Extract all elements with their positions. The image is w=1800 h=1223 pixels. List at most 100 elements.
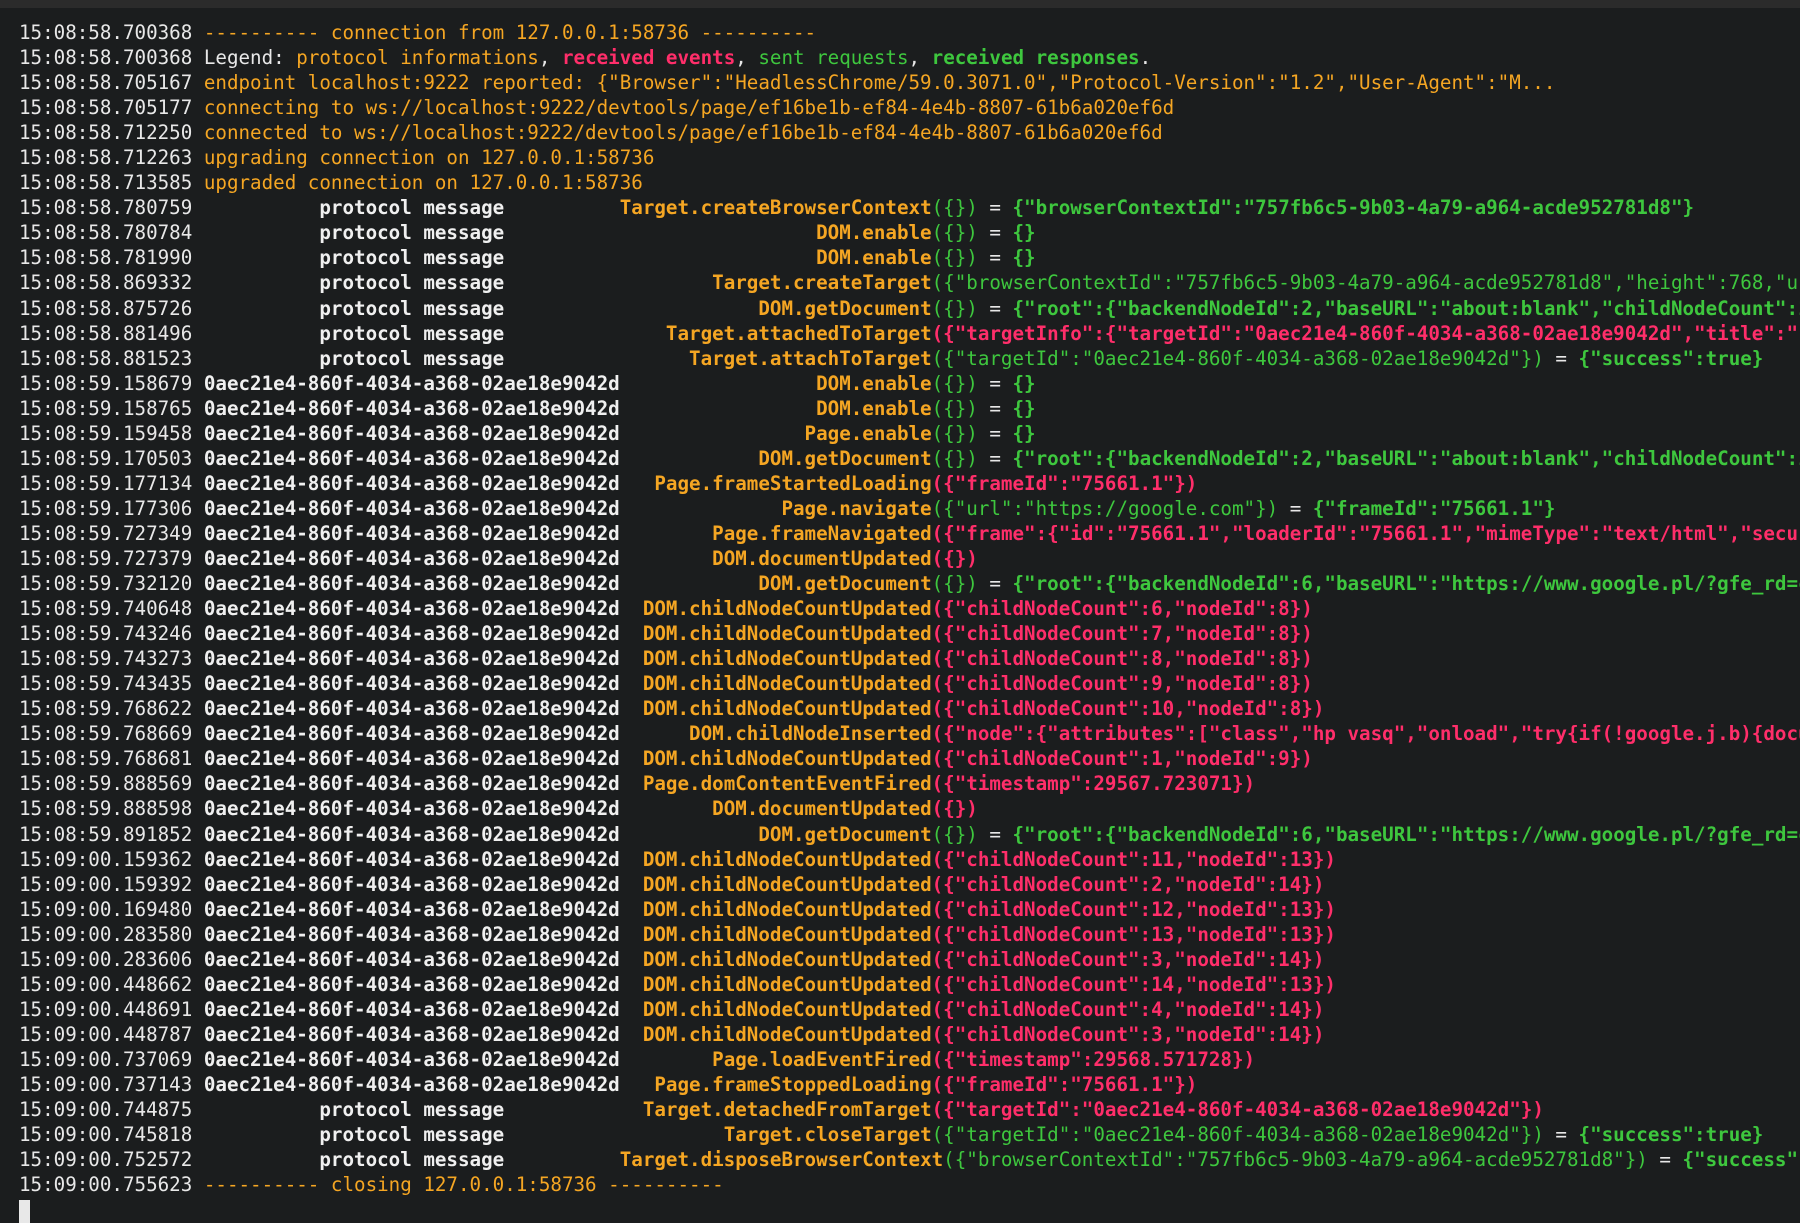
log-segment: ({"childNodeCount":4,"nodeId":14}) [931, 997, 1325, 1021]
log-segment: endpoint localhost:9222 reported: {"Brow… [203, 71, 1556, 95]
log-timestamp: 15:09:00.752572 [19, 1148, 204, 1172]
log-segment: = [977, 371, 1013, 395]
log-timestamp: 15:09:00.169480 [19, 897, 204, 921]
log-segment: = [977, 572, 1013, 596]
log-line: 15:09:00.737143 0aec21e4-860f-4034-a368-… [19, 1072, 1800, 1097]
terminal-window[interactable]: 15:08:58.700368 ---------- connection fr… [0, 8, 1800, 1223]
log-line: 15:08:58.780759 protocol message Target.… [19, 195, 1800, 220]
log-segment: sent requests [758, 46, 909, 70]
log-timestamp: 15:09:00.737069 [19, 1047, 204, 1071]
log-segment: = [1543, 1123, 1579, 1147]
log-segment: {} [1012, 396, 1036, 420]
log-segment: = [977, 421, 1013, 445]
log-segment: Target.detachedFromTarget [642, 1098, 932, 1122]
log-segment: ({"childNodeCount":9,"nodeId":8}) [931, 672, 1313, 696]
log-line: 15:08:59.768669 0aec21e4-860f-4034-a368-… [19, 721, 1800, 746]
log-timestamp: 15:09:00.283606 [19, 947, 204, 971]
log-segment: connecting to ws://localhost:9222/devtoo… [203, 96, 1175, 120]
log-line: 15:08:59.159458 0aec21e4-860f-4034-a368-… [19, 421, 1800, 446]
log-timestamp: 15:08:58.713585 [19, 171, 204, 195]
log-line: 15:09:00.159392 0aec21e4-860f-4034-a368-… [19, 872, 1800, 897]
log-segment: , [908, 46, 932, 70]
log-timestamp: 15:09:00.755623 [19, 1173, 204, 1197]
log-line: 15:08:58.705177 connecting to ws://local… [19, 95, 1800, 120]
log-line: 15:08:59.158679 0aec21e4-860f-4034-a368-… [19, 371, 1800, 396]
log-segment: DOM.documentUpdated [712, 546, 932, 570]
log-segment: ({}) [931, 221, 978, 245]
log-timestamp: 15:09:00.159392 [19, 872, 204, 896]
log-segment: 0aec21e4-860f-4034-a368-02ae18e9042d [203, 622, 643, 646]
log-segment: ({"childNodeCount":13,"nodeId":13}) [931, 922, 1336, 946]
log-segment: ({}) [931, 572, 978, 596]
log-timestamp: 15:09:00.448691 [19, 997, 204, 1021]
log-line: 15:09:00.159362 0aec21e4-860f-4034-a368-… [19, 847, 1800, 872]
log-segment: DOM.childNodeCountUpdated [642, 672, 932, 696]
log-line: 15:08:59.727379 0aec21e4-860f-4034-a368-… [19, 546, 1800, 571]
log-segment: = [977, 822, 1013, 846]
log-segment: protocol message [203, 1123, 724, 1147]
log-timestamp: 15:08:59.743273 [19, 647, 204, 671]
log-segment: 0aec21e4-860f-4034-a368-02ae18e9042d [203, 697, 643, 721]
log-timestamp: 15:08:58.875726 [19, 296, 204, 320]
log-segment: 0aec21e4-860f-4034-a368-02ae18e9042d [203, 747, 643, 771]
log-segment: connected to ws://localhost:9222/devtool… [203, 121, 1163, 145]
log-timestamp: 15:08:59.158679 [19, 371, 204, 395]
log-segment: 0aec21e4-860f-4034-a368-02ae18e9042d [203, 396, 817, 420]
log-segment: = [977, 296, 1013, 320]
log-segment: Page.domContentEventFired [642, 772, 932, 796]
log-segment: 0aec21e4-860f-4034-a368-02ae18e9042d [203, 371, 817, 395]
log-line: 15:09:00.744875 protocol message Target.… [19, 1097, 1800, 1122]
log-segment: DOM.getDocument [758, 822, 932, 846]
log-segment: = [1278, 496, 1313, 520]
log-timestamp: 15:08:58.712263 [19, 146, 204, 170]
log-segment: ({"targetInfo":{"targetId":"0aec21e4-860… [931, 321, 1800, 345]
log-line: 15:08:59.177306 0aec21e4-860f-4034-a368-… [19, 496, 1800, 521]
log-segment: 0aec21e4-860f-4034-a368-02ae18e9042d [203, 872, 643, 896]
log-segment: DOM.childNodeCountUpdated [642, 897, 932, 921]
log-segment: ({"childNodeCount":14,"nodeId":13}) [931, 972, 1336, 996]
log-segment: ({}) [931, 396, 978, 420]
log-timestamp: 15:09:00.745818 [19, 1123, 204, 1147]
log-timestamp: 15:08:58.780784 [19, 221, 204, 245]
log-segment: ({"timestamp":29568.571728}) [931, 1047, 1256, 1071]
log-segment: 0aec21e4-860f-4034-a368-02ae18e9042d [203, 972, 643, 996]
log-timestamp: 15:08:58.869332 [19, 271, 204, 295]
log-segment: ({"targetId":"0aec21e4-860f-4034-a368-02… [931, 346, 1544, 370]
log-line: 15:08:58.705167 endpoint localhost:9222 … [19, 70, 1800, 95]
log-segment: protocol message [203, 321, 666, 345]
log-segment: , [735, 46, 759, 70]
log-line: 15:08:59.743246 0aec21e4-860f-4034-a368-… [19, 621, 1800, 646]
log-segment: 0aec21e4-860f-4034-a368-02ae18e9042d [203, 421, 805, 445]
log-segment: ({"frame":{"id":"75661.1","loaderId":"75… [931, 521, 1800, 545]
log-segment: ({}) [931, 196, 978, 220]
log-segment: Target.closeTarget [723, 1123, 932, 1147]
log-segment: Target.attachedToTarget [665, 321, 932, 345]
log-segment: protocol message [203, 296, 759, 320]
log-timestamp: 15:08:58.712250 [19, 121, 204, 145]
log-segment: ({"childNodeCount":7,"nodeId":8}) [931, 622, 1313, 646]
log-timestamp: 15:08:59.159458 [19, 421, 204, 445]
log-line: 15:09:00.448691 0aec21e4-860f-4034-a368-… [19, 997, 1800, 1022]
log-segment: ({"childNodeCount":11,"nodeId":13}) [931, 847, 1336, 871]
log-segment: 0aec21e4-860f-4034-a368-02ae18e9042d [203, 947, 643, 971]
log-segment: DOM.enable [816, 246, 932, 270]
log-segment: ({"childNodeCount":6,"nodeId":8}) [931, 597, 1313, 621]
log-segment: DOM.enable [816, 371, 932, 395]
log-segment: ({"childNodeCount":2,"nodeId":14}) [931, 872, 1325, 896]
log-timestamp: 15:09:00.448662 [19, 972, 204, 996]
log-segment: ({}) [931, 421, 978, 445]
log-segment: ({"frameId":"75661.1"}) [931, 1072, 1198, 1096]
log-segment: DOM.getDocument [758, 296, 932, 320]
log-line: 15:09:00.737069 0aec21e4-860f-4034-a368-… [19, 1047, 1800, 1072]
log-segment: Page.enable [804, 421, 932, 445]
log-timestamp: 15:08:58.705167 [19, 71, 204, 95]
log-line: 15:08:59.170503 0aec21e4-860f-4034-a368-… [19, 446, 1800, 471]
log-segment: ({"browserContextId":"757fb6c5-9b03-4a79… [931, 271, 1800, 295]
log-segment: protocol message [203, 1148, 620, 1172]
log-segment: ---------- closing 127.0.0.1:58736 -----… [203, 1173, 724, 1197]
log-segment: ({"childNodeCount":12,"nodeId":13}) [931, 897, 1336, 921]
log-line: 15:09:00.283580 0aec21e4-860f-4034-a368-… [19, 922, 1800, 947]
log-segment: {"success":t [1682, 1148, 1800, 1172]
log-timestamp: 15:08:58.700368 [19, 46, 204, 70]
log-segment: = [1647, 1148, 1683, 1172]
